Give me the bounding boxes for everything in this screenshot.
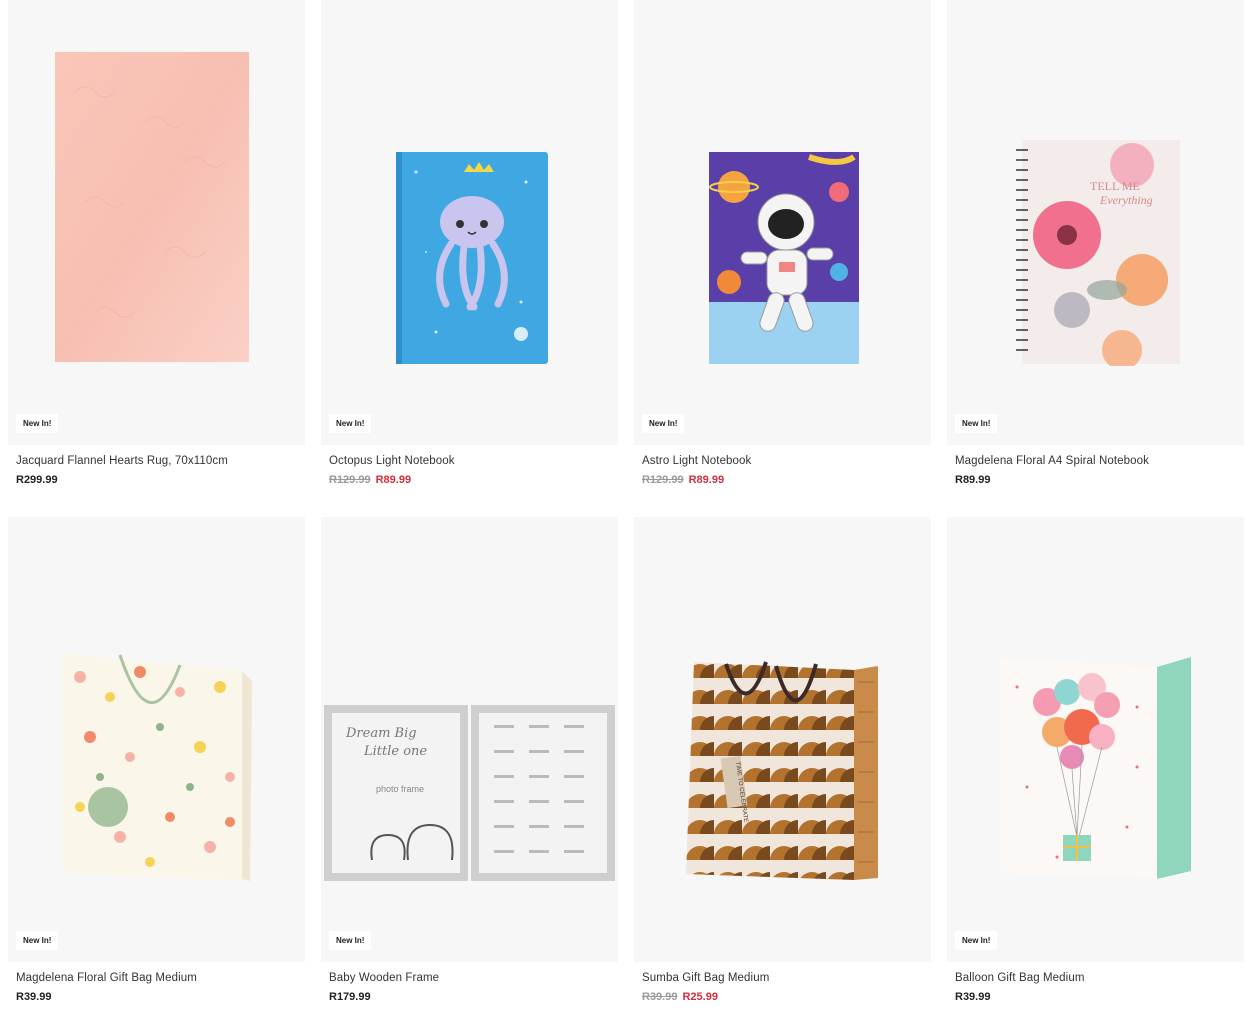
- product-title[interactable]: Octopus Light Notebook: [329, 455, 455, 467]
- price-sale: R89.99: [688, 474, 725, 486]
- product-title[interactable]: Baby Wooden Frame: [329, 972, 439, 984]
- price-regular: R39.99: [16, 991, 52, 1003]
- product-title[interactable]: Jacquard Flannel Hearts Rug, 70x110cm: [16, 455, 228, 467]
- product-card[interactable]: New In! Balloon Gift Bag Medium R39.99: [947, 517, 1244, 1009]
- price-sale: R89.99: [375, 474, 412, 486]
- new-in-badge: New In!: [955, 931, 998, 950]
- product-price: R89.99: [955, 474, 990, 486]
- pink-rug-image: [55, 52, 249, 362]
- product-card[interactable]: Dream Big Little one photo frame New In!: [321, 517, 618, 1009]
- product-price: R39.99 R25.99: [642, 991, 718, 1003]
- price-original: R39.99: [642, 991, 678, 1003]
- cover-text: TELL ME: [1090, 179, 1140, 193]
- product-image-container[interactable]: New In!: [321, 0, 618, 445]
- baby-frame-image: Dream Big Little one photo frame: [324, 705, 615, 881]
- product-price: R299.99: [16, 474, 58, 486]
- floral-spiral-notebook-image: TELL ME Everything: [1016, 140, 1180, 366]
- product-image-container[interactable]: TIME TO CELEBRATE: [634, 517, 931, 962]
- product-price: R129.99 R89.99: [642, 474, 724, 486]
- new-in-badge: New In!: [16, 931, 59, 950]
- product-image-container[interactable]: New In!: [947, 517, 1244, 962]
- price-regular: R299.99: [16, 474, 58, 486]
- price-sale: R25.99: [682, 991, 718, 1003]
- frame-text: Little one: [363, 744, 427, 759]
- new-in-badge: New In!: [329, 414, 372, 433]
- product-price: R39.99: [955, 991, 990, 1003]
- product-card[interactable]: New In! Magdelena Floral Gift Bag Medium…: [8, 517, 305, 1009]
- astronaut-notebook-image: [709, 152, 859, 364]
- price-original: R129.99: [329, 474, 371, 486]
- cover-text: Everything: [1099, 193, 1153, 207]
- product-price: R179.99: [329, 991, 371, 1003]
- product-card[interactable]: New In! Octopus Light Notebook R129.99 R8…: [321, 0, 618, 492]
- balloon-gift-bag-image: [999, 657, 1191, 879]
- new-in-badge: New In!: [16, 414, 59, 433]
- product-title[interactable]: Balloon Gift Bag Medium: [955, 972, 1085, 984]
- new-in-badge: New In!: [329, 931, 372, 950]
- price-original: R129.99: [642, 474, 684, 486]
- product-title[interactable]: Magdelena Floral A4 Spiral Notebook: [955, 455, 1149, 467]
- new-in-badge: New In!: [642, 414, 685, 433]
- product-image-container[interactable]: TELL ME Everything New In!: [947, 0, 1244, 445]
- product-image-container[interactable]: New In!: [634, 0, 931, 445]
- sumba-gift-bag-image: TIME TO CELEBRATE: [686, 661, 878, 880]
- frame-text: Dream Big: [345, 726, 417, 741]
- price-regular: R179.99: [329, 991, 371, 1003]
- product-title[interactable]: Astro Light Notebook: [642, 455, 751, 467]
- octopus-notebook-image: [396, 152, 548, 364]
- floral-gift-bag-image: [62, 653, 252, 881]
- product-image-container[interactable]: New In!: [8, 0, 305, 445]
- product-price: R39.99: [16, 991, 51, 1003]
- product-title[interactable]: Magdelena Floral Gift Bag Medium: [16, 972, 197, 984]
- product-image-container[interactable]: Dream Big Little one photo frame New In!: [321, 517, 618, 962]
- product-title[interactable]: Sumba Gift Bag Medium: [642, 972, 769, 984]
- new-in-badge: New In!: [955, 414, 998, 433]
- product-card[interactable]: New In! Astro Light Notebook R129.99 R89.…: [634, 0, 931, 492]
- frame-text: photo frame: [376, 784, 424, 794]
- product-price: R129.99 R89.99: [329, 474, 411, 486]
- price-regular: R39.99: [955, 991, 991, 1003]
- product-card[interactable]: New In! Jacquard Flannel Hearts Rug, 70x…: [8, 0, 305, 492]
- product-card[interactable]: TELL ME Everything New In! Magdelena Flo…: [947, 0, 1244, 492]
- product-card[interactable]: TIME TO CELEBRATE Sumba Gift Bag Medium …: [634, 517, 931, 1009]
- product-image-container[interactable]: New In!: [8, 517, 305, 962]
- product-grid: New In! Jacquard Flannel Hearts Rug, 70x…: [8, 0, 1244, 1009]
- price-regular: R89.99: [955, 474, 991, 486]
